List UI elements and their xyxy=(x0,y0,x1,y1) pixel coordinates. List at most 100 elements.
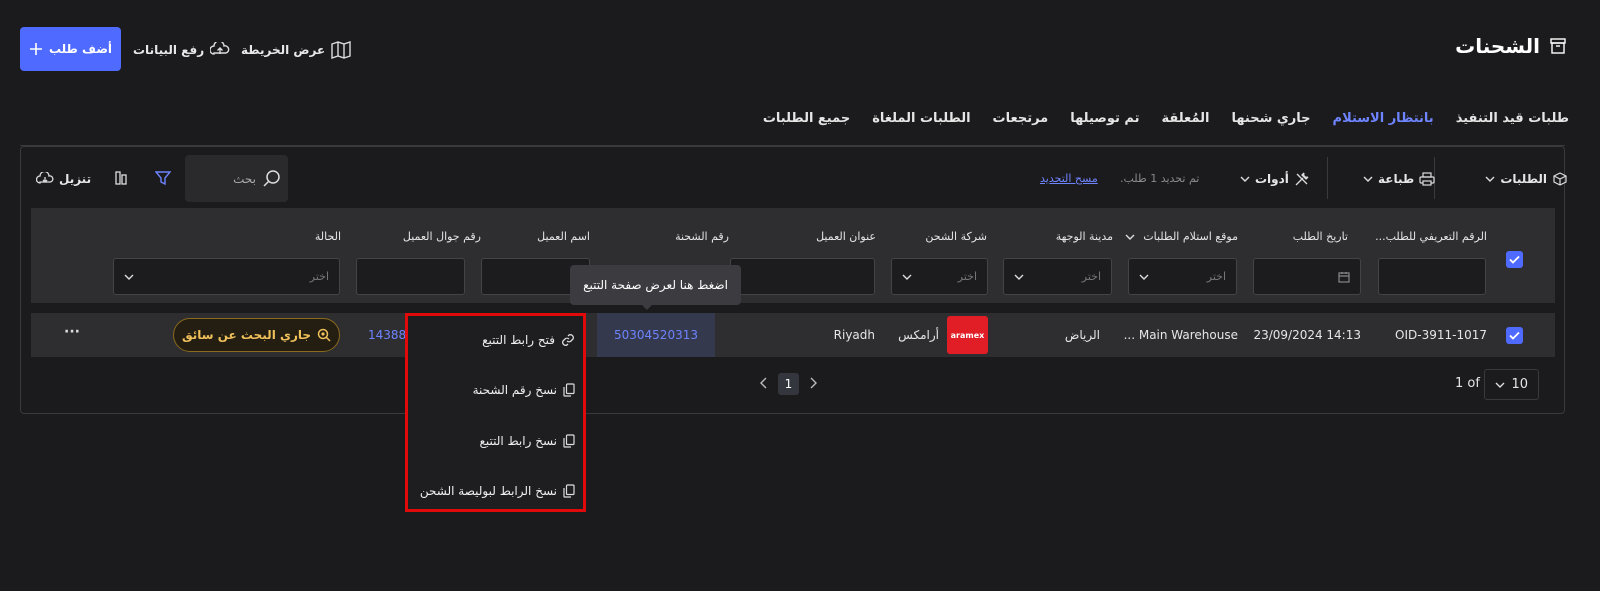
page-number-button[interactable]: 1 xyxy=(778,373,799,395)
search-placeholder: بحث xyxy=(233,171,256,186)
col-customer-name[interactable]: اسم العميل xyxy=(537,230,590,243)
link-icon xyxy=(561,333,575,347)
status-filter[interactable]: اختر xyxy=(113,258,340,295)
col-tracking-number[interactable]: رقم الشحنة xyxy=(675,230,729,243)
print-menu-label: طباعة xyxy=(1378,172,1415,186)
col-order-date[interactable]: تاريخ الطلب xyxy=(1293,230,1348,243)
pickup-location-cell: Main Warehouse ... xyxy=(1123,328,1238,342)
destination-city-cell: الرياض xyxy=(1064,328,1100,342)
tools-icon xyxy=(1294,171,1310,187)
archive-box-icon xyxy=(1550,38,1566,54)
tools-menu-label: أدوات xyxy=(1255,172,1289,186)
shipping-company-cell: أرامكس xyxy=(898,328,939,342)
tab-returns[interactable]: مرتجعات xyxy=(982,107,1060,147)
prev-page-icon[interactable] xyxy=(760,377,768,389)
add-order-button[interactable]: أضف طلب xyxy=(20,27,121,71)
menu-item-label: فتح رابط التتبع xyxy=(482,333,555,347)
page-size-value: 10 xyxy=(1511,377,1528,392)
tooltip-arrow xyxy=(640,303,654,310)
tab-cancelled[interactable]: الطلبات الملغاة xyxy=(861,107,981,147)
show-map-label: عرض الخريطة xyxy=(241,43,326,57)
cloud-upload-icon xyxy=(210,42,230,58)
page-size-select[interactable]: 10 xyxy=(1484,369,1539,400)
search-icon xyxy=(262,169,282,189)
filter-placeholder: اختر xyxy=(309,270,329,283)
status-badge-label: جاري البحث عن سائق xyxy=(181,328,312,342)
col-order-id[interactable]: الرقم التعريفي للطلب... xyxy=(1375,230,1487,243)
order-date-cell: 23/09/2024 14:13 xyxy=(1253,328,1361,342)
chevron-down-icon xyxy=(1363,176,1373,182)
col-customer-phone[interactable]: رقم جوال العميل xyxy=(403,230,481,243)
col-shipping-company[interactable]: شركة الشحن xyxy=(925,230,987,243)
filter-placeholder: اختر xyxy=(1081,270,1101,283)
customer-address-filter[interactable] xyxy=(730,258,875,295)
copy-icon xyxy=(563,383,575,397)
customer-phone-link[interactable]: 14388 xyxy=(368,328,406,342)
chevron-down-icon xyxy=(1485,176,1495,182)
search-driver-icon xyxy=(317,328,331,342)
select-all-checkbox[interactable] xyxy=(1506,251,1523,268)
filter-icon[interactable] xyxy=(155,170,171,186)
row-checkbox[interactable] xyxy=(1506,327,1523,344)
status-badge: جاري البحث عن سائق xyxy=(173,318,340,352)
menu-item-label: نسخ الرابط لبوليصة الشحن xyxy=(419,484,557,498)
upload-data-button[interactable]: رفع البيانات xyxy=(133,39,230,61)
clear-selection-link[interactable]: مسح التحديد xyxy=(1040,172,1098,185)
col-pickup-location-label: موقع استلام الطلبات xyxy=(1143,230,1238,243)
columns-settings-icon[interactable] xyxy=(114,170,128,186)
selection-info: تم تحديد 1 طلب. xyxy=(1120,172,1200,185)
tracking-tooltip: اضغط هنا لعرض صفحة التتبع xyxy=(570,265,741,305)
menu-item-label: نسخ رابط التتبع xyxy=(479,434,557,448)
copy-icon xyxy=(563,484,575,498)
upload-data-label: رفع البيانات xyxy=(133,43,205,57)
tab-shipping[interactable]: جاري شحنها xyxy=(1220,107,1321,147)
show-map-button[interactable]: عرض الخريطة xyxy=(241,39,351,61)
destination-city-filter[interactable]: اختر xyxy=(1003,258,1112,295)
print-menu-button[interactable]: طباعة xyxy=(1363,171,1435,187)
status-tabs: طلبات قيد التنفيذ بانتظار الاستلام جاري … xyxy=(752,107,1580,147)
download-label: تنزيل xyxy=(59,172,92,186)
chevron-down-icon xyxy=(902,274,912,280)
order-date-filter[interactable] xyxy=(1253,258,1361,295)
chevron-down-icon xyxy=(1014,274,1024,280)
order-id-cell: OID-3911-1017 xyxy=(1395,328,1487,342)
aramex-logo: aramex xyxy=(947,316,988,354)
chevron-down-icon xyxy=(1139,274,1149,280)
menu-copy-waybill-link[interactable]: نسخ الرابط لبوليصة الشحن xyxy=(420,484,575,498)
tracking-number-link[interactable]: 50304520313 xyxy=(597,313,715,357)
tab-in-progress[interactable]: طلبات قيد التنفيذ xyxy=(1445,107,1580,147)
customer-phone-filter[interactable] xyxy=(356,258,465,295)
row-more-button[interactable]: ··· xyxy=(64,324,80,340)
page-info: 1 of xyxy=(1455,376,1480,391)
shipping-company-filter[interactable]: اختر xyxy=(891,258,988,295)
tools-menu-button[interactable]: أدوات xyxy=(1240,171,1310,187)
col-customer-address[interactable]: عنوان العميل xyxy=(816,230,876,243)
orders-menu-button[interactable]: الطلبات xyxy=(1485,171,1568,187)
col-status[interactable]: الحالة xyxy=(315,230,341,243)
col-pickup-location[interactable]: موقع استلام الطلبات xyxy=(1125,230,1238,243)
download-button[interactable]: تنزيل xyxy=(36,171,91,187)
add-order-label: أضف طلب xyxy=(48,42,113,56)
chevron-down-icon xyxy=(1240,176,1250,182)
page-title-text: الشحنات xyxy=(1455,34,1540,58)
pickup-location-filter[interactable]: اختر xyxy=(1128,258,1237,295)
chevron-down-icon xyxy=(1125,234,1135,240)
tab-delivered[interactable]: تم توصيلها xyxy=(1059,107,1150,147)
tab-suspended[interactable]: المُعلقة xyxy=(1151,107,1221,147)
menu-item-label: نسخ رقم الشحنة xyxy=(472,383,557,397)
orders-menu-label: الطلبات xyxy=(1500,172,1547,186)
printer-icon xyxy=(1419,172,1435,186)
tab-awaiting-pickup[interactable]: بانتظار الاستلام xyxy=(1321,107,1445,147)
order-id-filter[interactable] xyxy=(1378,258,1486,295)
tab-all-orders[interactable]: جميع الطلبات xyxy=(752,107,861,147)
chevron-down-icon xyxy=(124,274,134,280)
menu-copy-tracking-number[interactable]: نسخ رقم الشحنة xyxy=(473,383,575,397)
search-box[interactable]: بحث xyxy=(185,155,288,202)
toolbar-divider xyxy=(1327,157,1328,199)
menu-open-tracking-link[interactable]: فتح رابط التتبع xyxy=(482,333,575,347)
menu-copy-tracking-link[interactable]: نسخ رابط التتبع xyxy=(479,434,575,448)
next-page-icon[interactable] xyxy=(810,377,818,389)
col-destination-city[interactable]: مدينة الوجهة xyxy=(1056,230,1113,243)
plus-icon xyxy=(29,42,43,56)
filter-placeholder: اختر xyxy=(957,270,977,283)
